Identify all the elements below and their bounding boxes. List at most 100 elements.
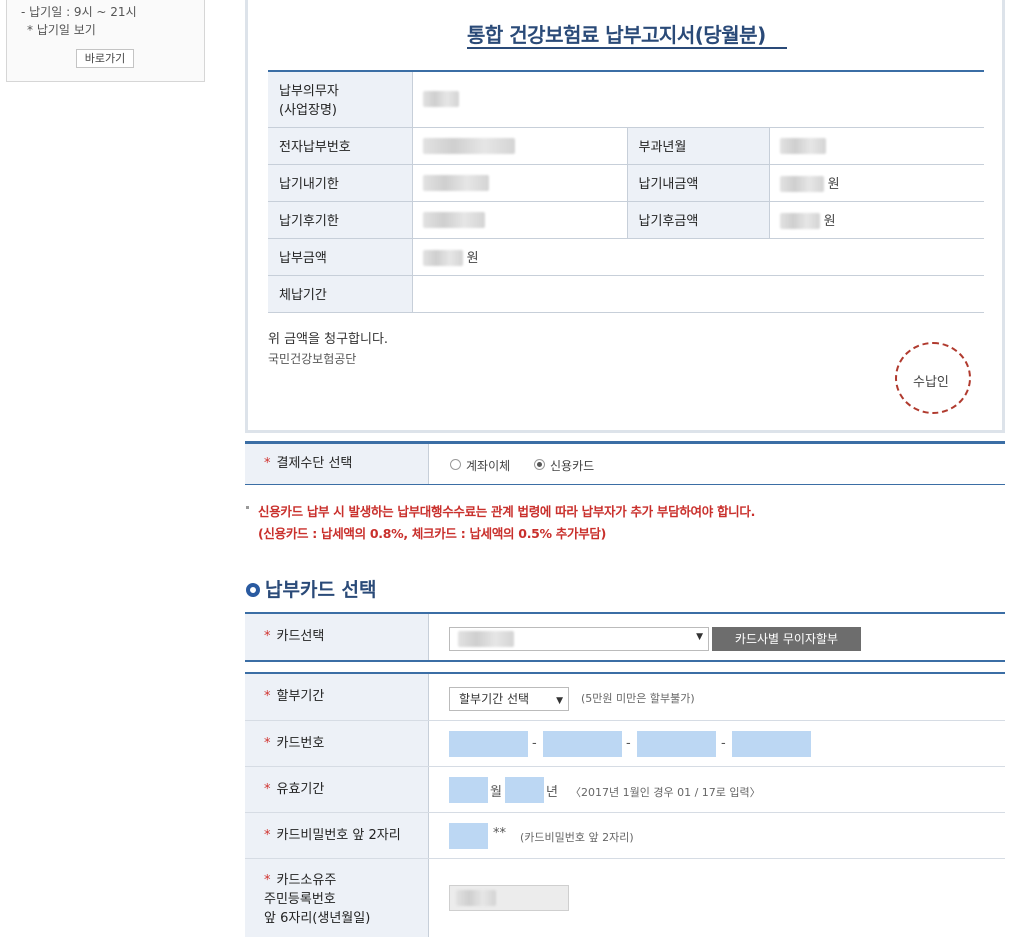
table-row: 납부의무자 (사업장명) bbox=[268, 71, 984, 128]
pay-amount-value: 원 bbox=[412, 238, 984, 276]
table-row: 납기후기한 납기후금액 원 bbox=[268, 201, 984, 239]
payer-label: 납부의무자 (사업장명) bbox=[268, 71, 413, 128]
bullet-icon bbox=[246, 506, 249, 509]
late-date-value bbox=[412, 201, 628, 239]
pay-amount-label: 납부금액 bbox=[268, 238, 413, 276]
go-button[interactable]: 바로가기 bbox=[76, 49, 134, 68]
late-amount-value: 원 bbox=[769, 201, 984, 239]
bill-notice: 통합 건강보험료 납부고지서(당월분) 납부의무자 (사업장명) 전자납부번호 부… bbox=[245, 0, 1005, 433]
expiry-month-input[interactable] bbox=[449, 777, 488, 803]
month-unit: 월 bbox=[490, 785, 502, 800]
masked-value bbox=[458, 631, 514, 647]
required-mark: * bbox=[264, 689, 271, 704]
epay-no-label: 전자납부번호 bbox=[268, 127, 413, 165]
due-amount-value: 원 bbox=[769, 164, 984, 202]
late-amount-label: 납기후금액 bbox=[627, 201, 770, 239]
due-hours-text: - 납기일 : 9시 ~ 21시 bbox=[21, 5, 137, 19]
table-row: 납부금액 원 bbox=[268, 238, 984, 276]
interest-free-installment-button[interactable]: 카드사별 무이자할부 bbox=[712, 627, 861, 651]
card-section-title: 납부카드 선택 bbox=[265, 579, 377, 601]
stamp-label: 수납인 bbox=[913, 375, 949, 390]
due-amount-label: 납기내금액 bbox=[627, 164, 770, 202]
card-select[interactable]: ▼ bbox=[449, 627, 709, 651]
claim-text: 위 금액을 청구합니다. bbox=[268, 332, 389, 347]
payer-value bbox=[412, 71, 984, 128]
due-date-view-text: * 납기일 보기 bbox=[27, 23, 96, 37]
bill-title: 통합 건강보험료 납부고지서(당월분) bbox=[467, 23, 766, 47]
masked-value bbox=[779, 176, 824, 193]
card-number-input-1[interactable] bbox=[449, 731, 528, 757]
required-mark: * bbox=[264, 736, 271, 751]
required-mark: * bbox=[264, 782, 271, 797]
radio-credit-card[interactable] bbox=[534, 459, 545, 470]
owner-ssn-row: * 카드소유주 주민등록번호 앞 6자리(생년월일) bbox=[245, 859, 1005, 937]
pin-hint: (카드비밀번호 앞 2자리) bbox=[520, 831, 634, 844]
won-unit: 원 bbox=[823, 213, 836, 229]
won-unit: 원 bbox=[466, 250, 479, 266]
installment-select[interactable]: 할부기간 선택 ▼ bbox=[449, 687, 569, 711]
charge-month-label: 부과년월 bbox=[627, 127, 770, 165]
payment-method-row: * 결제수단 선택 계좌이체 신용카드 bbox=[245, 441, 1005, 485]
masked-value bbox=[422, 250, 463, 267]
won-unit: 원 bbox=[827, 176, 840, 192]
due-date-label: 납기내기한 bbox=[268, 164, 413, 202]
radio-label-credit-card: 신용카드 bbox=[550, 459, 595, 473]
installment-row: * 할부기간 할부기간 선택 ▼ (5만원 미만은 할부불가) bbox=[245, 674, 1005, 721]
installment-label: * 할부기간 bbox=[245, 674, 429, 720]
masked-value bbox=[422, 174, 489, 191]
card-number-label: * 카드번호 bbox=[245, 721, 429, 766]
masked-value bbox=[779, 213, 820, 230]
pin-label: * 카드비밀번호 앞 2자리 bbox=[245, 813, 429, 858]
card-number-input-4[interactable] bbox=[732, 731, 811, 757]
masked-value bbox=[422, 91, 459, 108]
card-form: * 할부기간 할부기간 선택 ▼ (5만원 미만은 할부불가) * 카드번호 - -… bbox=[245, 672, 1005, 937]
card-select-label: * 카드선택 bbox=[245, 614, 429, 660]
expiry-hint: 〈2017년 1월인 경우 01 / 17로 입력〉 bbox=[570, 786, 761, 799]
chevron-down-icon: ▼ bbox=[556, 696, 563, 706]
pin-row: * 카드비밀번호 앞 2자리 ** (카드비밀번호 앞 2자리) bbox=[245, 813, 1005, 859]
due-date-value bbox=[412, 164, 628, 202]
year-unit: 년 bbox=[546, 785, 558, 800]
required-mark: * bbox=[264, 629, 271, 644]
card-select-row: * 카드선택 ▼ 카드사별 무이자할부 bbox=[245, 612, 1005, 662]
expiry-year-input[interactable] bbox=[505, 777, 544, 803]
masked-value bbox=[456, 890, 496, 906]
required-mark: * bbox=[264, 828, 271, 843]
sidebar-info-box: - 납기일 : 9시 ~ 21시 * 납기일 보기 바로가기 bbox=[6, 0, 205, 82]
owner-ssn-input[interactable] bbox=[449, 885, 569, 911]
installment-hint: (5만원 미만은 할부불가) bbox=[581, 692, 695, 705]
card-number-input-3[interactable] bbox=[637, 731, 716, 757]
owner-ssn-label: * 카드소유주 주민등록번호 앞 6자리(생년월일) bbox=[245, 859, 429, 937]
epay-no-value bbox=[412, 127, 628, 165]
fee-notice-line2: (신용카드 : 납세액의 0.8%, 체크카드 : 납세액의 0.5% 추가부담… bbox=[258, 526, 607, 541]
required-mark: * bbox=[264, 873, 271, 888]
expiry-label: * 유효기간 bbox=[245, 767, 429, 812]
charge-month-value bbox=[769, 127, 984, 165]
fee-notice-line1: 신용카드 납부 시 발생하는 납부대행수수료는 관계 법령에 따라 납부자가 추… bbox=[258, 504, 756, 519]
org-name: 국민건강보험공단 bbox=[268, 352, 357, 366]
title-underline bbox=[467, 47, 787, 49]
masked-value bbox=[779, 137, 826, 154]
pin-input[interactable] bbox=[449, 823, 488, 849]
table-row: 납기내기한 납기내금액 원 bbox=[268, 164, 984, 202]
payment-method-label: * 결제수단 선택 bbox=[245, 444, 429, 484]
table-row: 체납기간 bbox=[268, 275, 984, 313]
masked-value bbox=[422, 137, 515, 154]
card-number-row: * 카드번호 - - - bbox=[245, 721, 1005, 767]
required-mark: * bbox=[264, 456, 271, 471]
pin-stars: ** bbox=[493, 826, 506, 841]
radio-account-transfer[interactable] bbox=[450, 459, 461, 470]
chevron-down-icon: ▼ bbox=[696, 632, 703, 642]
late-date-label: 납기후기한 bbox=[268, 201, 413, 239]
dash-separator: - bbox=[626, 736, 631, 751]
masked-value bbox=[422, 211, 485, 228]
overdue-label: 체납기간 bbox=[268, 275, 413, 313]
bill-table: 납부의무자 (사업장명) 전자납부번호 부과년월 납기내기한 납기내금액 원 납기… bbox=[268, 70, 984, 313]
overdue-value bbox=[412, 275, 984, 313]
expiry-row: * 유효기간 월 년 〈2017년 1월인 경우 01 / 17로 입력〉 bbox=[245, 767, 1005, 813]
radio-label-account-transfer: 계좌이체 bbox=[466, 459, 511, 473]
card-number-input-2[interactable] bbox=[543, 731, 622, 757]
table-row: 전자납부번호 부과년월 bbox=[268, 127, 984, 165]
dash-separator: - bbox=[721, 736, 726, 751]
dash-separator: - bbox=[532, 736, 537, 751]
